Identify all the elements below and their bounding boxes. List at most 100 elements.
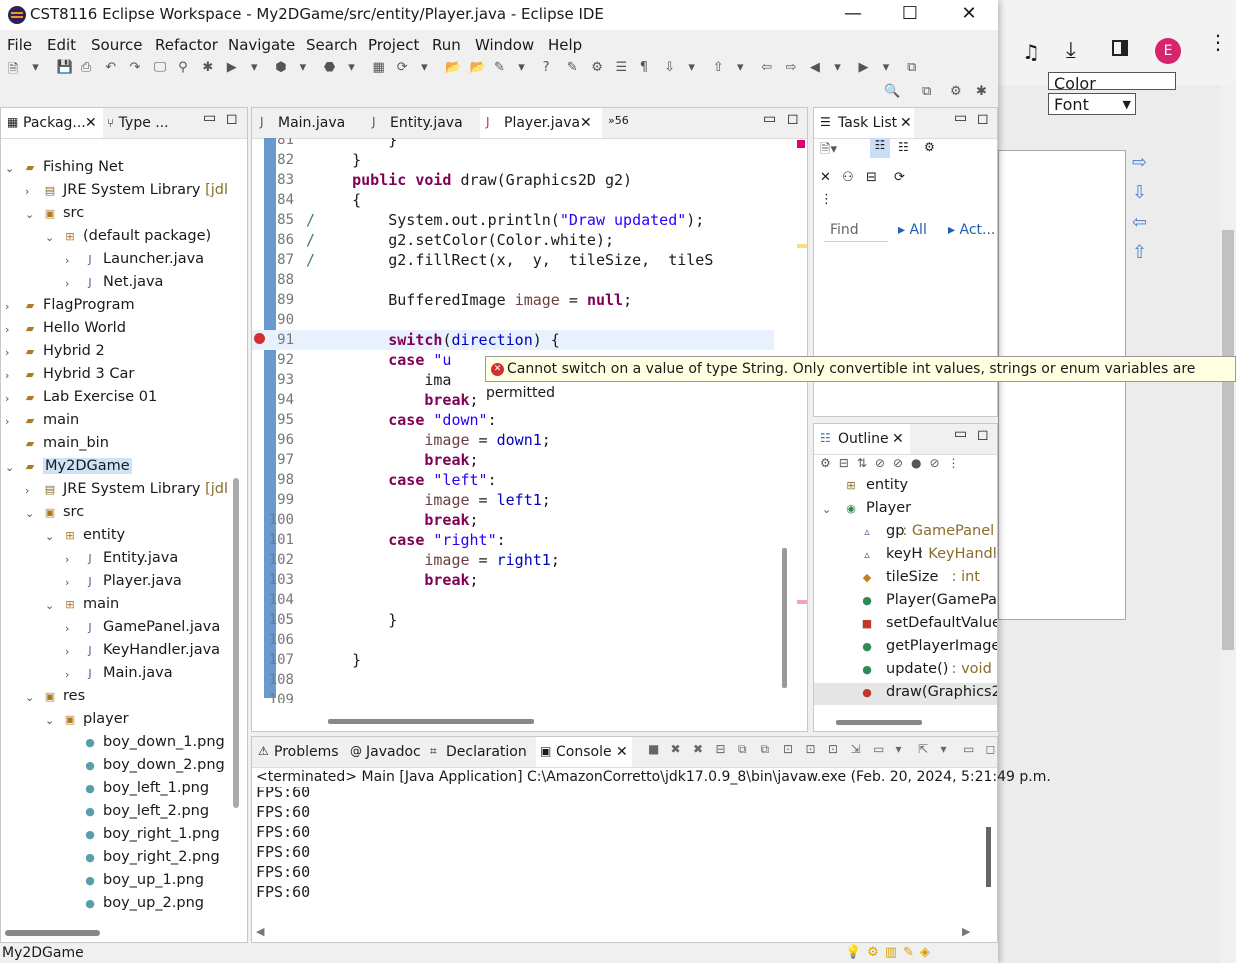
- tree-item[interactable]: › J Player.java: [1, 572, 227, 594]
- toolbar-icon[interactable]: 🖵: [154, 60, 167, 75]
- chevron-down-icon[interactable]: ⌄: [25, 208, 34, 221]
- code-area[interactable]: 81 } 82 } 83 public void draw(Graphics2D g…: [252, 138, 774, 703]
- toolbar-icon[interactable]: ✎: [567, 60, 578, 75]
- code-line[interactable]: 100 break;: [252, 510, 774, 530]
- toolbar-icon[interactable]: ▾: [251, 60, 258, 75]
- maximize-view-icon[interactable]: ◻: [977, 427, 989, 443]
- tree-item[interactable]: ● boy_up_1.png: [1, 871, 227, 893]
- tab-entity-java[interactable]: J Entity.java: [366, 108, 474, 138]
- arrow-up-icon[interactable]: ⇧: [1132, 242, 1147, 263]
- toolbar-icon[interactable]: ⧉: [907, 60, 916, 75]
- toolbar-icon[interactable]: ☰: [616, 60, 628, 75]
- toolbar-icon[interactable]: ▾: [300, 60, 307, 75]
- menu-source[interactable]: Source: [91, 36, 143, 54]
- arrow-right-icon[interactable]: ⇨: [1132, 152, 1147, 173]
- maximize-button[interactable]: ☐: [887, 0, 933, 30]
- chevron-down-icon[interactable]: ⌄: [25, 507, 34, 520]
- error-marker[interactable]: [797, 140, 805, 148]
- toolbar-icon[interactable]: ▾: [737, 60, 744, 75]
- people-icon[interactable]: ⚇: [842, 170, 854, 185]
- menu-file[interactable]: File: [7, 36, 32, 54]
- tree-item[interactable]: ● boy_left_2.png: [1, 802, 227, 824]
- tree-item[interactable]: › ▰ FlagProgram: [1, 296, 227, 318]
- minimize-view-icon[interactable]: ▭: [954, 426, 967, 442]
- minimize-view-icon[interactable]: ▭: [203, 110, 216, 126]
- chevron-down-icon[interactable]: ⌄: [45, 714, 54, 727]
- editor-hscrollbar[interactable]: [328, 719, 534, 724]
- code-line[interactable]: 88: [252, 270, 774, 290]
- tree-item[interactable]: ⌄ ▰ My2DGame: [1, 457, 227, 479]
- console-toolbar-icon[interactable]: ⊡: [783, 742, 793, 756]
- tree-item[interactable]: › ▰ Hybrid 3 Car: [1, 365, 227, 387]
- code-line[interactable]: 99 image = left1;: [252, 490, 774, 510]
- tree-item[interactable]: › ▤ JRE System Library [jdk17: [1, 480, 227, 502]
- chevron-right-icon[interactable]: ›: [65, 277, 69, 290]
- chevron-right-icon[interactable]: ›: [5, 369, 9, 382]
- tab-outline[interactable]: ☷ Outline ✕: [814, 424, 910, 454]
- maximize-view-icon[interactable]: ◻: [787, 111, 799, 127]
- tree-item[interactable]: ▰ main_bin: [1, 434, 227, 456]
- minimize-view-icon[interactable]: ▭: [954, 110, 967, 126]
- chevron-down-icon[interactable]: ⌄: [45, 231, 54, 244]
- console-toolbar-icon[interactable]: ✖: [693, 742, 703, 756]
- outline-item[interactable]: ⌄ ◉ Player: [814, 499, 997, 521]
- toolbar-icon[interactable]: ⟳: [397, 60, 408, 75]
- tree-scrollbar[interactable]: [233, 478, 239, 808]
- toolbar-icon[interactable]: ¶: [640, 60, 648, 75]
- code-line[interactable]: 101 case "right":: [252, 530, 774, 550]
- menu-refactor[interactable]: Refactor: [155, 36, 218, 54]
- code-line[interactable]: 90: [252, 310, 774, 330]
- chevron-down-icon[interactable]: ⌄: [5, 461, 14, 474]
- tree-item[interactable]: › J KeyHandler.java: [1, 641, 227, 663]
- code-line[interactable]: 95 case "down":: [252, 410, 774, 430]
- console-toolbar-icon[interactable]: ▾: [896, 742, 902, 756]
- tree-item[interactable]: › J Net.java: [1, 273, 227, 295]
- toolbar-icon[interactable]: ▾: [834, 60, 841, 75]
- toolbar-icon[interactable]: 📂: [445, 60, 461, 75]
- toolbar-icon[interactable]: 🗎: [8, 60, 18, 82]
- chevron-right-icon[interactable]: ›: [65, 645, 69, 658]
- code-line[interactable]: 107 }: [252, 650, 774, 670]
- code-line[interactable]: 89 BufferedImage image = null;: [252, 290, 774, 310]
- code-line[interactable]: 106: [252, 630, 774, 650]
- chevron-right-icon[interactable]: ›: [5, 392, 9, 405]
- toolbar-icon[interactable]: ✱: [202, 60, 213, 75]
- status-icons[interactable]: 💡⚙▥✎◈: [845, 945, 936, 960]
- sidebar-icon[interactable]: [1112, 40, 1128, 56]
- tab-overflow[interactable]: »56: [608, 114, 629, 127]
- code-line[interactable]: 105 }: [252, 610, 774, 630]
- code-line[interactable]: 84 {: [252, 190, 774, 210]
- more-icon[interactable]: ⋮: [820, 192, 833, 207]
- tree-item[interactable]: ⌄ ⊞ main: [1, 595, 227, 617]
- expand-icon[interactable]: ⊟: [866, 170, 877, 185]
- toolbar-icon[interactable]: ▶: [859, 60, 869, 75]
- chevron-down-icon[interactable]: ⌄: [45, 530, 54, 543]
- color-select[interactable]: Color: [1048, 72, 1176, 93]
- tree-item[interactable]: ● boy_down_1.png: [1, 733, 227, 755]
- toolbar-icon[interactable]: ▶: [227, 60, 237, 75]
- console-toolbar-icon[interactable]: ⊡: [828, 742, 838, 756]
- toolbar-icon[interactable]: ⇨: [786, 60, 797, 75]
- toolbar-icon[interactable]: 💾: [57, 60, 73, 75]
- tab-main-java[interactable]: J Main.java: [254, 108, 362, 138]
- close-icon[interactable]: ✕: [892, 431, 904, 447]
- avatar[interactable]: E: [1155, 38, 1181, 64]
- code-line[interactable]: 102 image = right1;: [252, 550, 774, 570]
- chevron-right-icon[interactable]: ›: [25, 484, 29, 497]
- toolbar-icon[interactable]: ⚲: [178, 60, 188, 75]
- maximize-view-icon[interactable]: ◻: [977, 111, 989, 127]
- close-icon[interactable]: ✕: [616, 744, 628, 760]
- perspective-icon[interactable]: ⧉: [922, 84, 931, 99]
- categorize-icon[interactable]: ☷: [870, 138, 890, 158]
- text-area[interactable]: [998, 150, 1126, 620]
- toolbar-icon[interactable]: ▾: [348, 60, 355, 75]
- maximize-view-icon[interactable]: ◻: [226, 111, 238, 127]
- find-input[interactable]: Find: [824, 218, 888, 242]
- outline-item[interactable]: ▵ keyH : KeyHandle: [814, 545, 997, 567]
- tree-item[interactable]: ⌄ ▣ res: [1, 687, 227, 709]
- arrow-down-icon[interactable]: ⇩: [1132, 182, 1147, 203]
- outline-item[interactable]: ⊞ entity: [814, 476, 997, 498]
- toolbar-icon[interactable]: ◀: [810, 60, 820, 75]
- toolbar-icon[interactable]: ⬣: [324, 60, 335, 75]
- tab-console[interactable]: ▣ Console ✕: [536, 737, 632, 767]
